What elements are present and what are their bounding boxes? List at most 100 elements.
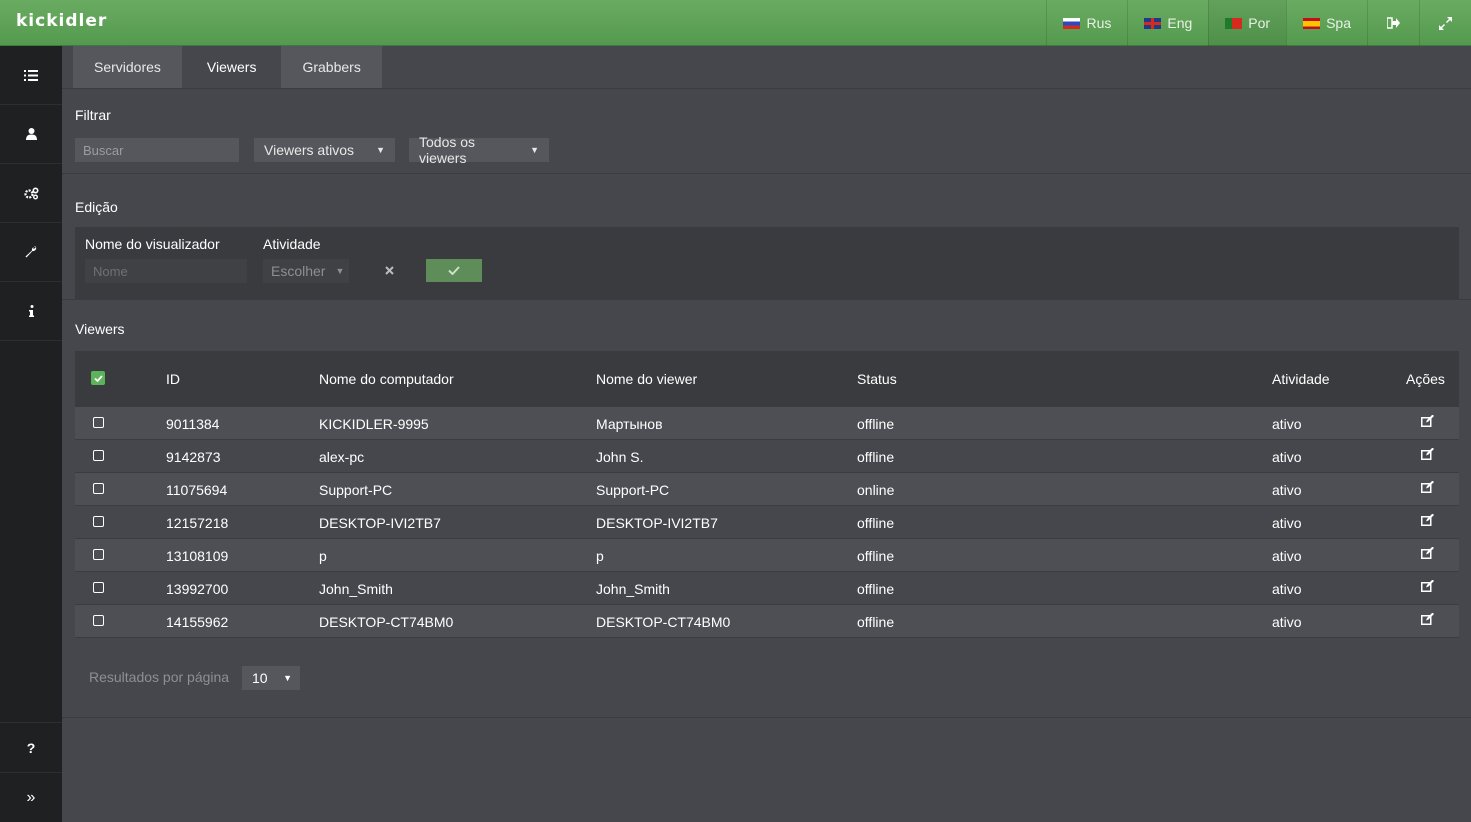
pencil-square-icon (1421, 480, 1434, 493)
column-actions: Ações (1406, 371, 1445, 387)
cell-id: 9011384 (166, 416, 220, 432)
cell-activity: ativo (1272, 581, 1302, 597)
ru-flag-icon (1063, 17, 1081, 29)
lang-rus-button[interactable]: Rus (1046, 0, 1127, 46)
cell-viewer: John S. (596, 449, 644, 465)
cell-id: 12157218 (166, 515, 229, 531)
check-icon (448, 266, 460, 275)
column-activity[interactable]: Atividade (1272, 371, 1330, 387)
tab-servidores[interactable]: Servidores (73, 46, 182, 88)
table-header: ID Nome do computador Nome do viewer Sta… (75, 351, 1459, 407)
row-checkbox[interactable] (93, 549, 104, 560)
info-icon (28, 305, 34, 317)
help-button[interactable]: ? (0, 722, 62, 772)
divider (62, 717, 1471, 718)
viewer-name-input[interactable]: Nome (85, 259, 247, 283)
row-checkbox[interactable] (93, 417, 104, 428)
sidebar: ? » (0, 46, 62, 822)
viewers-table: ID Nome do computador Nome do viewer Sta… (75, 351, 1459, 638)
column-computer[interactable]: Nome do computador (319, 371, 454, 387)
column-viewer[interactable]: Nome do viewer (596, 371, 697, 387)
edit-icon[interactable] (1421, 612, 1434, 628)
table-row[interactable]: 11075694 Support-PC Support-PC online ativo (75, 473, 1459, 506)
sidebar-item-users[interactable] (0, 105, 62, 164)
row-checkbox[interactable] (93, 516, 104, 527)
per-page-label: Resultados por página (89, 669, 230, 685)
edit-icon[interactable] (1421, 579, 1434, 595)
table-row[interactable]: 12157218 DESKTOP-IVI2TB7 DESKTOP-IVI2TB7 of… (75, 506, 1459, 539)
tab-grabbers[interactable]: Grabbers (281, 46, 382, 88)
lang-eng-button[interactable]: Eng (1127, 0, 1208, 46)
cell-status: offline (857, 581, 895, 597)
apply-button[interactable] (426, 259, 482, 282)
search-input[interactable]: Buscar (75, 138, 239, 162)
sidebar-item-info[interactable] (0, 282, 62, 341)
tab-bar: Servidores Viewers Grabbers (73, 46, 382, 88)
cell-id: 13108109 (166, 548, 229, 564)
sidebar-item-list[interactable] (0, 46, 62, 105)
activity-select-value: Escolher (271, 263, 326, 279)
cell-computer: DESKTOP-CT74BM0 (319, 614, 454, 630)
logout-button[interactable] (1367, 0, 1419, 46)
fullscreen-button[interactable] (1419, 0, 1471, 46)
scope-select[interactable]: Todos os viewers ▼ (409, 134, 549, 166)
pt-flag-icon (1225, 17, 1243, 29)
pencil-square-icon (1421, 447, 1434, 460)
sidebar-item-settings[interactable] (0, 164, 62, 223)
table-body: 9011384 KICKIDLER-9995 Мартынов offline ativ… (75, 407, 1459, 638)
main-content: Servidores Viewers Grabbers Filtrar Busc… (62, 46, 1471, 822)
edit-icon[interactable] (1421, 513, 1434, 529)
column-status[interactable]: Status (857, 371, 897, 387)
table-row[interactable]: 14155962 DESKTOP-CT74BM0 DESKTOP-CT74BM0 of… (75, 605, 1459, 638)
sidebar-item-tools[interactable] (0, 223, 62, 282)
edit-icon[interactable] (1421, 414, 1434, 430)
lang-label: Por (1248, 15, 1271, 31)
top-bar: kickidler Rus Eng Por Spa (0, 0, 1471, 46)
edit-icon[interactable] (1421, 546, 1434, 562)
edit-icon[interactable] (1421, 447, 1434, 463)
row-checkbox[interactable] (93, 483, 104, 494)
cell-viewer: DESKTOP-IVI2TB7 (596, 515, 718, 531)
cell-activity: ativo (1272, 548, 1302, 564)
cell-id: 11075694 (166, 482, 228, 498)
row-checkbox[interactable] (93, 450, 104, 461)
caret-down-icon: ▼ (283, 673, 292, 683)
lang-label: Rus (1086, 15, 1112, 31)
cell-id: 14155962 (166, 614, 229, 630)
lang-spa-button[interactable]: Spa (1286, 0, 1367, 46)
cell-status: offline (857, 416, 895, 432)
cell-activity: ativo (1272, 515, 1302, 531)
help-icon: ? (26, 739, 36, 756)
pencil-square-icon (1421, 546, 1434, 559)
column-id[interactable]: ID (166, 371, 180, 387)
tab-viewers[interactable]: Viewers (185, 46, 278, 88)
row-checkbox[interactable] (93, 615, 104, 626)
edit-icon[interactable] (1421, 480, 1434, 496)
select-all-checkbox[interactable] (91, 371, 105, 385)
cogs-icon (23, 186, 39, 199)
edit-panel: Nome do visualizador Atividade Nome Esco… (75, 227, 1459, 299)
cell-activity: ativo (1272, 614, 1302, 630)
table-row[interactable]: 9011384 KICKIDLER-9995 Мартынов offline ativ… (75, 407, 1459, 440)
viewer-name-label: Nome do visualizador (85, 236, 220, 252)
sidebar-collapse-button[interactable]: » (0, 772, 62, 822)
status-select[interactable]: Viewers ativos ▼ (254, 138, 395, 162)
row-checkbox[interactable] (93, 582, 104, 593)
user-icon (25, 128, 37, 140)
divider (62, 299, 1471, 300)
table-row[interactable]: 13992700 John_Smith John_Smith offline ativo (75, 572, 1459, 605)
clear-button[interactable] (385, 263, 394, 278)
list-icon (24, 69, 38, 81)
activity-select[interactable]: Escolher ▼ (263, 259, 349, 283)
scope-select-value: Todos os viewers (419, 134, 476, 166)
lang-por-button[interactable]: Por (1208, 0, 1287, 46)
cell-status: online (857, 482, 895, 498)
pencil-square-icon (1421, 414, 1434, 427)
table-row[interactable]: 13108109 p p offline ativo (75, 539, 1459, 572)
pencil-square-icon (1421, 513, 1434, 526)
cell-status: offline (857, 449, 895, 465)
uk-flag-icon (1144, 17, 1162, 29)
table-row[interactable]: 9142873 alex-pc John S. offline ativo (75, 440, 1459, 473)
cell-computer: John_Smith (319, 581, 393, 597)
per-page-select[interactable]: 10 ▼ (242, 666, 300, 690)
